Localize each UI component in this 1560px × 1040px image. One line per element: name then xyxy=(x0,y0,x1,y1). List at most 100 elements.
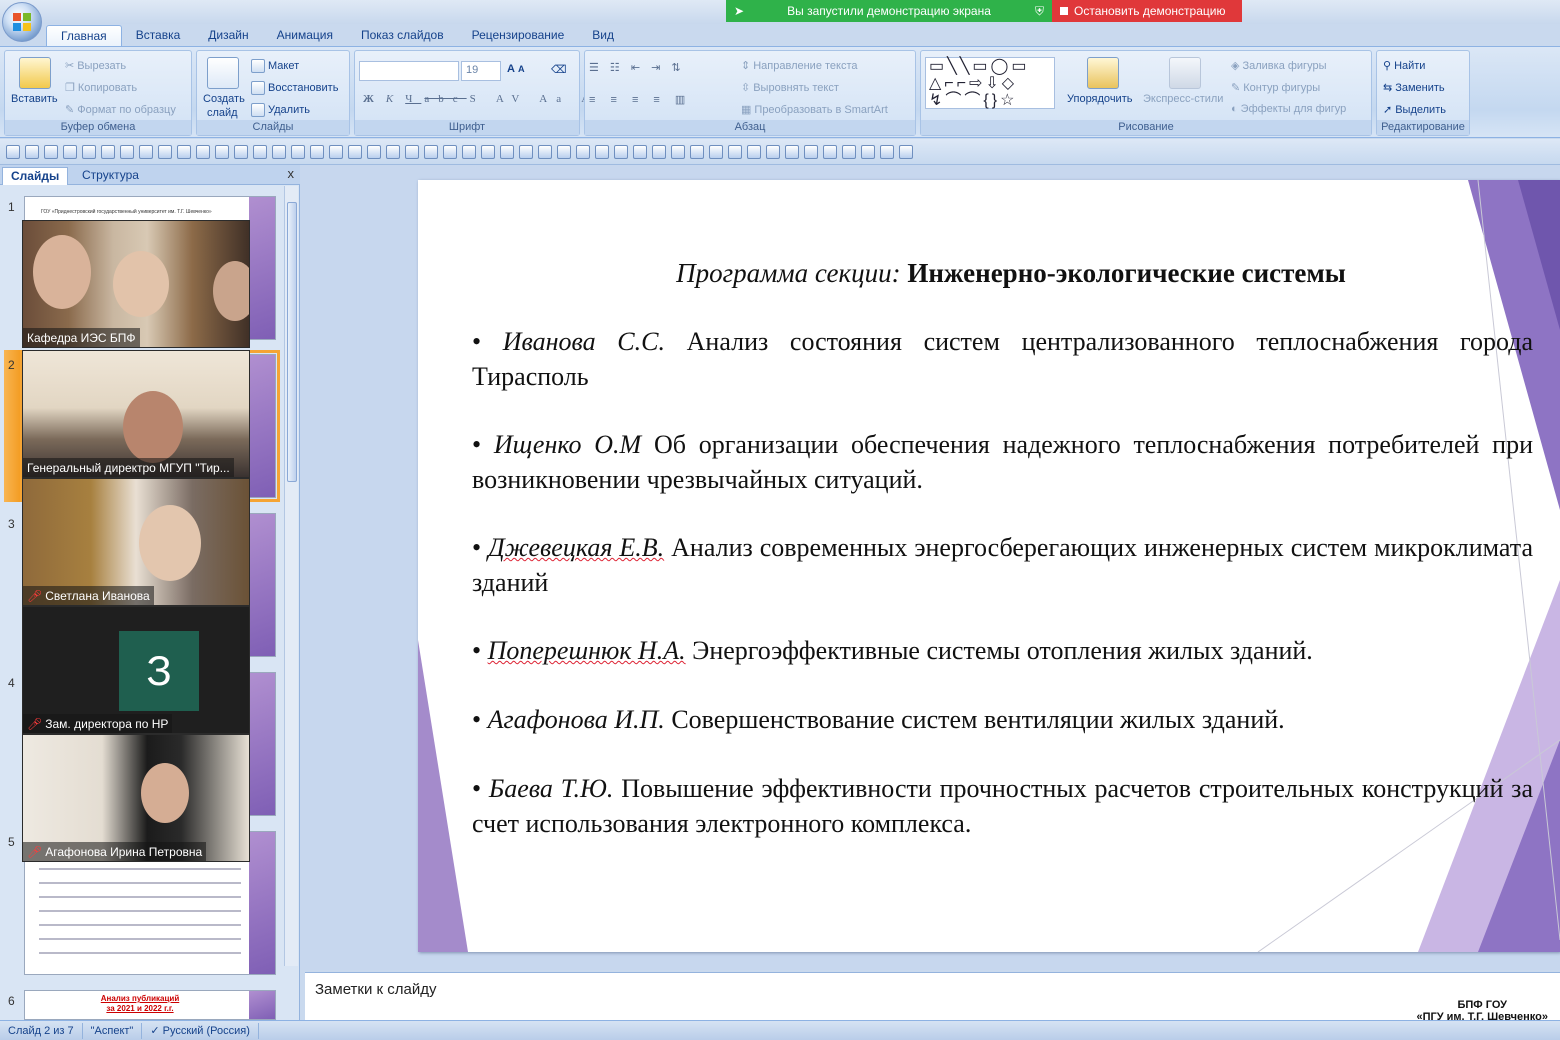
new-slide-icon[interactable] xyxy=(207,57,239,89)
tab-slides[interactable]: Слайды xyxy=(2,167,69,185)
toolbar-button-icon[interactable] xyxy=(272,144,286,159)
toolbar-button-icon[interactable] xyxy=(196,144,210,159)
toolbar-button-icon[interactable] xyxy=(443,144,457,159)
scrollbar-thumb[interactable] xyxy=(287,202,297,482)
toolbar-button-icon[interactable] xyxy=(291,144,305,159)
tab-design[interactable]: Дизайн xyxy=(194,25,262,47)
office-button[interactable] xyxy=(2,2,42,42)
cut-button[interactable]: ✂ Вырезать xyxy=(65,59,126,73)
program-entry[interactable]: • Иванова С.С. Анализ состояния систем ц… xyxy=(472,324,1533,394)
toolbar-button-icon[interactable] xyxy=(880,144,894,159)
toolbar-button-icon[interactable] xyxy=(481,144,495,159)
toolbar-button-icon[interactable] xyxy=(158,144,172,159)
language-indicator[interactable]: ✓ Русский (Россия) xyxy=(142,1022,259,1039)
program-entry[interactable]: • Поперешнюк Н.А. Энергоэффективные сист… xyxy=(472,633,1533,668)
toolbar-button-icon[interactable] xyxy=(538,144,552,159)
pin-icon[interactable]: ➤ xyxy=(734,4,744,18)
toolbar-button-icon[interactable] xyxy=(709,144,723,159)
tab-review[interactable]: Рецензирование xyxy=(458,25,579,47)
paste-icon[interactable] xyxy=(19,57,51,89)
toolbar-button-icon[interactable] xyxy=(386,144,400,159)
new-slide-button[interactable]: Создать xyxy=(203,93,245,105)
toolbar-button-icon[interactable] xyxy=(177,144,191,159)
layout-button[interactable]: Макет xyxy=(251,59,299,73)
program-entry[interactable]: • Баева Т.Ю. Повышение эффективности про… xyxy=(472,771,1533,841)
reset-button[interactable]: Восстановить xyxy=(251,81,338,95)
toolbar-button-icon[interactable] xyxy=(557,144,571,159)
toolbar-button-icon[interactable] xyxy=(595,144,609,159)
tab-outline[interactable]: Структура xyxy=(74,167,147,185)
slide-thumbnail-6[interactable]: Анализ публикаций за 2021 и 2022 г.г. xyxy=(24,990,276,1020)
panel-scrollbar[interactable] xyxy=(284,186,298,966)
tab-animation[interactable]: Анимация xyxy=(263,25,347,47)
find-button[interactable]: ⚲ Найти xyxy=(1383,59,1425,73)
close-icon[interactable]: x xyxy=(288,166,295,181)
shape-outline-button[interactable]: ✎ Контур фигуры xyxy=(1231,81,1320,95)
toolbar-button-icon[interactable] xyxy=(785,144,799,159)
toolbar-button-icon[interactable] xyxy=(348,144,362,159)
notes-placeholder[interactable]: Заметки к слайду xyxy=(315,981,437,998)
toolbar-button-icon[interactable] xyxy=(652,144,666,159)
toolbar-button-icon[interactable] xyxy=(804,144,818,159)
align-buttons[interactable]: ≡ ≡ ≡ ≡ ▥ xyxy=(589,93,691,106)
toolbar-button-icon[interactable] xyxy=(63,144,77,159)
toolbar-button-icon[interactable] xyxy=(842,144,856,159)
arrange-icon[interactable] xyxy=(1087,57,1119,89)
toolbar-button-icon[interactable] xyxy=(861,144,875,159)
participant-video[interactable]: 🎤︎ Агафонова Ирина Петровна xyxy=(22,734,250,862)
font-name-field[interactable] xyxy=(359,61,459,81)
toolbar-button-icon[interactable] xyxy=(215,144,229,159)
program-entry[interactable]: • Агафонова И.П. Совершенствование систе… xyxy=(472,702,1533,737)
toolbar-button-icon[interactable] xyxy=(101,144,115,159)
toolbar-button-icon[interactable] xyxy=(899,144,913,159)
toolbar-button-icon[interactable] xyxy=(690,144,704,159)
toolbar-button-icon[interactable] xyxy=(82,144,96,159)
toolbar-button-icon[interactable] xyxy=(424,144,438,159)
quick-styles-icon[interactable] xyxy=(1169,57,1201,89)
clear-format-icon[interactable]: ⌫ xyxy=(551,63,567,76)
toolbar-button-icon[interactable] xyxy=(823,144,837,159)
toolbar-button-icon[interactable] xyxy=(766,144,780,159)
font-style-buttons[interactable]: Ж К Чabc S AV Aa A xyxy=(363,93,598,105)
toolbar-button-icon[interactable] xyxy=(576,144,590,159)
toolbar-button-icon[interactable] xyxy=(6,144,20,159)
tab-home[interactable]: Главная xyxy=(46,25,122,47)
stop-sharing-button[interactable]: Остановить демонстрацию xyxy=(1052,0,1242,22)
font-grow-button[interactable]: AA xyxy=(507,63,525,75)
toolbar-button-icon[interactable] xyxy=(120,144,134,159)
new-slide-button-line2[interactable]: слайд xyxy=(207,107,238,119)
shape-fill-button[interactable]: ◈ Заливка фигуры xyxy=(1231,59,1326,73)
toolbar-button-icon[interactable] xyxy=(519,144,533,159)
align-text-button[interactable]: ⇳ Выровнять текст xyxy=(741,81,839,95)
replace-button[interactable]: ⇆ Заменить xyxy=(1383,81,1445,95)
shapes-gallery[interactable]: ▭╲╲▭◯▭ △⌐⌐⇨⇩◇ ↯⌒⌒{}☆ xyxy=(925,57,1055,109)
toolbar-button-icon[interactable] xyxy=(367,144,381,159)
participant-video[interactable]: З 🎤︎ Зам. директора по НР xyxy=(22,606,250,734)
text-direction-button[interactable]: ⇕ Направление текста xyxy=(741,59,858,73)
select-button[interactable]: ➚ Выделить xyxy=(1383,103,1446,117)
smartart-button[interactable]: ▦ Преобразовать в SmartArt xyxy=(741,103,888,117)
toolbar-button-icon[interactable] xyxy=(462,144,476,159)
toolbar-button-icon[interactable] xyxy=(671,144,685,159)
toolbar-button-icon[interactable] xyxy=(405,144,419,159)
program-entry[interactable]: • Ищенко О.М Об организации обеспечения … xyxy=(472,427,1533,497)
toolbar-button-icon[interactable] xyxy=(633,144,647,159)
toolbar-button-icon[interactable] xyxy=(614,144,628,159)
tab-slideshow[interactable]: Показ слайдов xyxy=(347,25,458,47)
shape-effects-button[interactable]: ◐ Эффекты для фигур xyxy=(1231,103,1346,115)
toolbar-button-icon[interactable] xyxy=(747,144,761,159)
program-entry[interactable]: • Джевецкая Е.В. Анализ современных энер… xyxy=(472,530,1533,600)
toolbar-button-icon[interactable] xyxy=(44,144,58,159)
toolbar-button-icon[interactable] xyxy=(25,144,39,159)
toolbar-button-icon[interactable] xyxy=(253,144,267,159)
notes-pane[interactable]: Заметки к слайду БПФ ГОУ «ПГУ им. Т.Г. Ш… xyxy=(305,972,1560,1023)
quick-styles-button[interactable]: Экспресс-стили xyxy=(1143,93,1223,105)
toolbar-button-icon[interactable] xyxy=(500,144,514,159)
toolbar-button-icon[interactable] xyxy=(728,144,742,159)
tab-view[interactable]: Вид xyxy=(578,25,628,47)
participant-video[interactable]: Кафедра ИЭС БПФ xyxy=(22,220,250,348)
paste-button[interactable]: Вставить xyxy=(11,93,58,105)
toolbar-button-icon[interactable] xyxy=(139,144,153,159)
delete-slide-button[interactable]: Удалить xyxy=(251,103,310,117)
font-size-field[interactable]: 19 xyxy=(461,61,501,81)
